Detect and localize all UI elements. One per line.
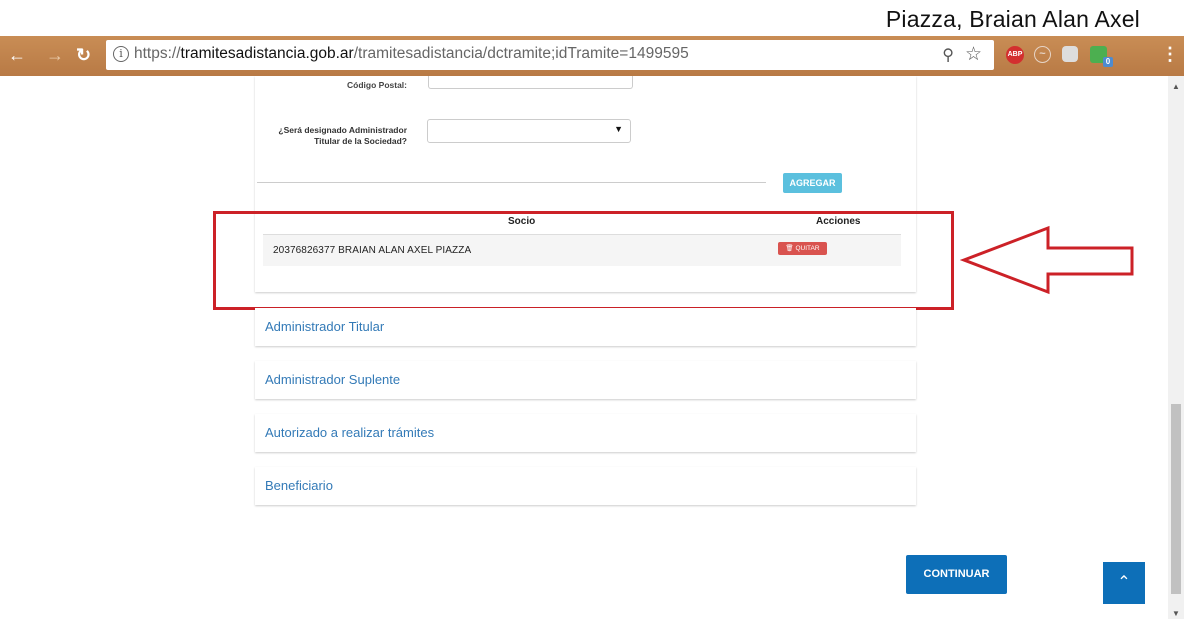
page-content: Código Postal: ¿Será designado Administr… [0, 76, 1168, 607]
url-host: tramitesadistancia.gob.ar [180, 45, 354, 62]
browser-toolbar: ← → ↻ i https://tramitesadistancia.gob.a… [0, 36, 1184, 76]
back-arrow-icon[interactable]: ← [8, 44, 26, 66]
section-administrador-titular[interactable]: Administrador Titular [255, 308, 916, 346]
codigo-postal-input[interactable] [428, 76, 633, 89]
scroll-to-top-button[interactable]: ⌃ [1103, 562, 1145, 604]
chevron-down-icon: ▼ [614, 124, 623, 134]
section-administrador-suplente[interactable]: Administrador Suplente [255, 361, 916, 399]
extension-icon[interactable] [1062, 46, 1078, 62]
agregar-button[interactable]: AGREGAR [783, 173, 842, 193]
address-bar[interactable]: i https://tramitesadistancia.gob.ar/tram… [106, 40, 994, 70]
caption-title: Piazza, Braian Alan Axel [885, 6, 1140, 32]
annotation-highlight-box [213, 211, 954, 310]
continuar-button[interactable]: CONTINUAR [906, 555, 1007, 594]
browser-menu-icon[interactable]: ⋮ [1161, 44, 1179, 65]
extension-icon[interactable]: 0 [1090, 46, 1113, 67]
extension-badge: 0 [1103, 57, 1113, 67]
administrador-select[interactable]: ▼ [427, 119, 631, 143]
info-icon[interactable]: i [113, 46, 129, 62]
codigo-postal-label: Código Postal: [347, 80, 407, 90]
scroll-up-icon[interactable]: ▲ [1172, 82, 1180, 91]
adblock-extension-icon[interactable]: ABP [1006, 46, 1024, 64]
url-scheme: https:// [134, 45, 181, 62]
scrollbar-thumb[interactable] [1171, 404, 1181, 594]
section-title: Administrador Titular [265, 319, 385, 334]
zoom-icon[interactable]: ⚲ [942, 45, 954, 65]
url-text[interactable]: https://tramitesadistancia.gob.ar/tramit… [134, 45, 689, 63]
forward-arrow-icon[interactable]: → [46, 44, 64, 66]
section-title: Beneficiario [265, 478, 333, 493]
reload-icon[interactable]: ↻ [76, 44, 91, 66]
section-autorizado[interactable]: Autorizado a realizar trámites [255, 414, 916, 452]
annotation-arrow-icon [960, 225, 1134, 295]
administrador-label: ¿Será designado Administrador Titular de… [278, 125, 407, 146]
section-title: Autorizado a realizar trámites [265, 425, 435, 440]
chevron-up-icon: ⌃ [1117, 574, 1131, 591]
scroll-down-icon[interactable]: ▼ [1172, 609, 1180, 618]
bookmark-star-icon[interactable]: ☆ [965, 43, 982, 66]
divider [257, 182, 766, 183]
section-beneficiario[interactable]: Beneficiario [255, 467, 916, 505]
section-title: Administrador Suplente [265, 372, 401, 387]
extension-icon[interactable]: ~ [1034, 46, 1051, 63]
scrollbar[interactable]: ▲ ▼ [1168, 76, 1184, 619]
url-path: /tramitesadistancia/dctramite;idTramite=… [353, 45, 689, 62]
